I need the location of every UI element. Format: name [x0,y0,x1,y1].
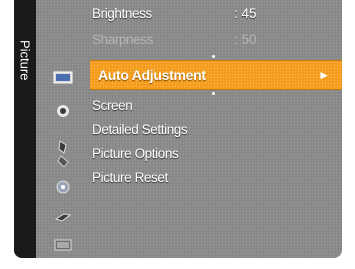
submenu-arrow-icon: ► [318,68,330,82]
sharpness-value: : 50 [234,32,257,47]
auto-adjustment-item[interactable]: Auto Adjustment ► [90,60,342,90]
menu-item-picture-reset[interactable]: Picture Reset [92,170,168,185]
category-label: Picture [17,39,33,81]
scroll-indicator-bottom [212,92,215,95]
sound-icon[interactable] [52,102,74,120]
category-icons [36,0,90,258]
picture-icon[interactable] [52,68,74,86]
application-icon[interactable] [52,178,74,196]
input-icon[interactable] [52,152,74,170]
menu-item-detailed-settings[interactable]: Detailed Settings [92,122,188,137]
sharpness-label: Sharpness [92,32,153,47]
support-icon[interactable] [52,208,74,226]
category-tab[interactable]: Picture [14,0,36,258]
brightness-value: : 45 [234,6,257,21]
menu-item-screen[interactable]: Screen [92,98,133,113]
menu-item-picture-options[interactable]: Picture Options [92,146,179,161]
more-icon[interactable] [52,236,74,254]
brightness-label[interactable]: Brightness [92,6,152,21]
auto-adjustment-label: Auto Adjustment [98,67,206,83]
tv-menu-panel: Picture Brightness : 45 Sharpness : 50 A… [14,0,342,258]
scroll-indicator-top [212,55,215,58]
